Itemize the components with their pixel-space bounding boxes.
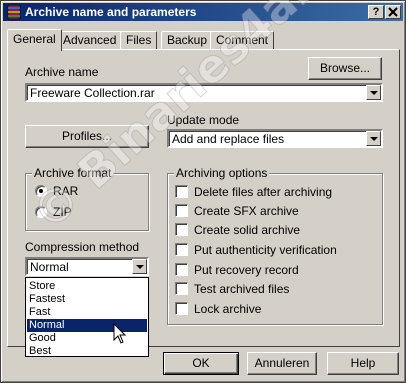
tab-comment[interactable]: Comment xyxy=(210,31,275,49)
test-archived-label: Test archived files xyxy=(194,282,290,296)
profiles-button[interactable]: Profiles... xyxy=(25,125,149,148)
chevron-down-icon[interactable] xyxy=(132,259,147,274)
zip-label: ZIP xyxy=(53,205,72,219)
help-button[interactable]: Help xyxy=(327,352,399,375)
compression-option-best[interactable]: Best xyxy=(27,345,147,358)
archiving-options-title: Archiving options xyxy=(174,166,270,180)
title-bar[interactable]: Archive name and parameters ? xyxy=(3,3,403,21)
recovery-record-label: Put recovery record xyxy=(194,263,299,277)
create-sfx-checkbox[interactable] xyxy=(175,204,188,217)
ok-button[interactable]: OK xyxy=(163,352,239,375)
delete-files-label: Delete files after archiving xyxy=(194,185,333,199)
help-title-button[interactable]: ? xyxy=(368,5,384,19)
archive-format-title: Archive format xyxy=(32,166,114,180)
archive-format-group: Archive format xyxy=(25,166,149,231)
archive-name-combo[interactable]: Freeware Collection.rar xyxy=(25,83,383,102)
compression-option-normal[interactable]: Normal xyxy=(27,319,147,332)
rar-label: RAR xyxy=(53,184,79,198)
update-mode-value: Add and replace files xyxy=(172,132,285,146)
compression-option-fast[interactable]: Fast xyxy=(27,306,147,319)
archive-name-value: Freeware Collection.rar xyxy=(30,86,155,100)
compression-option-fastest[interactable]: Fastest xyxy=(27,293,147,306)
tab-general[interactable]: General xyxy=(7,29,62,51)
chevron-down-icon[interactable] xyxy=(366,85,381,100)
zip-radio[interactable] xyxy=(35,206,47,218)
mouse-cursor-icon xyxy=(113,323,127,344)
tab-files[interactable]: Files xyxy=(120,31,158,49)
compression-method-label: Compression method xyxy=(25,240,140,254)
update-mode-select[interactable]: Add and replace files xyxy=(167,129,383,148)
authenticity-checkbox[interactable] xyxy=(175,243,188,256)
test-archived-checkbox[interactable] xyxy=(175,282,188,295)
rar-radio[interactable] xyxy=(35,185,47,197)
delete-files-checkbox[interactable] xyxy=(175,185,188,198)
winrar-icon xyxy=(7,4,21,20)
create-solid-checkbox[interactable] xyxy=(175,223,188,236)
recovery-record-checkbox[interactable] xyxy=(175,263,188,276)
create-sfx-label: Create SFX archive xyxy=(194,204,299,218)
compression-method-value: Normal xyxy=(30,260,69,274)
authenticity-label: Put authenticity verification xyxy=(194,243,337,257)
compression-option-good[interactable]: Good xyxy=(27,332,147,345)
chevron-down-icon[interactable] xyxy=(366,131,381,146)
compression-option-store[interactable]: Store xyxy=(27,280,147,293)
archive-name-label: Archive name xyxy=(25,65,99,79)
update-mode-label: Update mode xyxy=(167,113,240,127)
tab-backup[interactable]: Backup xyxy=(161,31,214,49)
dialog-window: Archive name and parameters ? General Ad… xyxy=(0,0,406,383)
compression-method-select[interactable]: Normal xyxy=(25,257,149,276)
browse-button[interactable]: Browse... xyxy=(308,57,382,80)
cancel-button[interactable]: Annuleren xyxy=(247,352,317,375)
close-icon xyxy=(388,7,398,17)
lock-archive-label: Lock archive xyxy=(194,302,262,316)
lock-archive-checkbox[interactable] xyxy=(175,302,188,315)
tab-advanced[interactable]: Advanced xyxy=(57,31,123,49)
close-button[interactable] xyxy=(385,5,401,19)
create-solid-label: Create solid archive xyxy=(194,223,301,237)
compression-dropdown-list[interactable]: Store Fastest Fast Normal Good Best xyxy=(25,277,149,357)
window-title: Archive name and parameters xyxy=(25,5,197,19)
